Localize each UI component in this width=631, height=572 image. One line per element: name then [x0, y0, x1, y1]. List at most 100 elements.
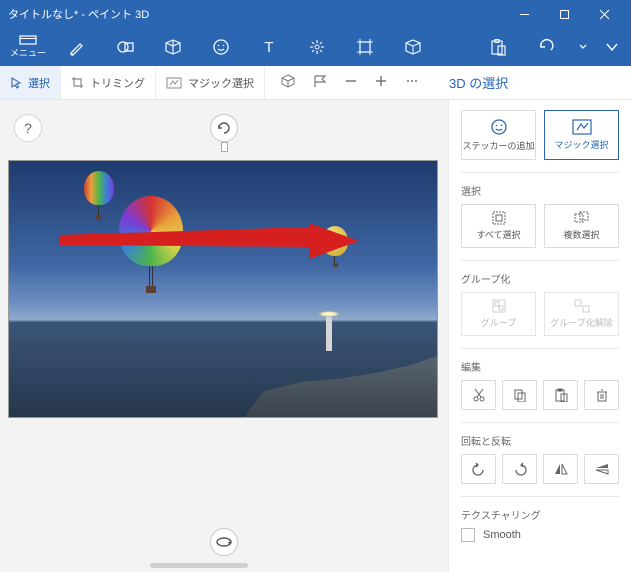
section-select-label: 選択	[461, 183, 619, 198]
tool-paste[interactable]	[475, 28, 521, 66]
copy-button[interactable]	[502, 380, 537, 410]
multi-select-label: 複数選択	[563, 228, 599, 241]
cube-icon	[164, 38, 182, 56]
section-texture-label: テクスチャリング	[461, 507, 619, 522]
rotate-ccw-button[interactable]	[461, 454, 496, 484]
smooth-toggle[interactable]: Smooth	[461, 528, 619, 542]
smooth-checkbox[interactable]	[461, 528, 475, 542]
brush-icon	[68, 38, 86, 56]
magic-select-panel-icon	[572, 119, 592, 135]
effects-sun-icon	[308, 38, 326, 56]
tool-zoom-in[interactable]	[375, 75, 387, 90]
selection-handle-top[interactable]	[221, 142, 228, 152]
canvas-area[interactable]: ?	[0, 100, 448, 572]
menu-button[interactable]: メニュー	[4, 28, 52, 66]
toolbar-extras	[265, 66, 435, 99]
tool-flag[interactable]	[313, 74, 327, 91]
menu-label: メニュー	[10, 46, 46, 59]
rotate-handle-top[interactable]	[210, 114, 238, 142]
magic-select-button[interactable]: マジック選択	[544, 110, 619, 160]
cut-button[interactable]	[461, 380, 496, 410]
canvas-image[interactable]	[8, 160, 438, 418]
paste-icon	[489, 38, 507, 56]
tool-undo[interactable]	[523, 28, 569, 66]
add-sticker-label: ステッカーの追加	[462, 139, 534, 152]
rotate-handle-bottom[interactable]	[210, 528, 238, 556]
svg-text:T: T	[264, 39, 273, 56]
tool-text[interactable]: T	[246, 28, 292, 66]
multi-select-icon	[574, 211, 590, 225]
rotate-icon	[216, 120, 232, 136]
copy-icon	[513, 388, 527, 402]
trimming-label: トリミング	[90, 75, 145, 91]
tool-more[interactable]	[405, 75, 419, 90]
cursor-icon	[10, 77, 22, 89]
rotate-cw-button[interactable]	[502, 454, 537, 484]
magic-label: マジック選択	[188, 75, 254, 91]
ribbon-bar: メニュー T	[0, 28, 631, 66]
sticker-smiley-icon	[212, 38, 230, 56]
select-all-label: すべて選択	[476, 228, 520, 241]
flip-h-icon	[553, 462, 569, 476]
delete-button[interactable]	[584, 380, 619, 410]
panel-title: 3D の選択	[435, 66, 631, 99]
tool-3d-shapes[interactable]	[150, 28, 196, 66]
add-sticker-button[interactable]: ステッカーの追加	[461, 110, 536, 160]
window-controls	[505, 0, 623, 28]
magic-select-icon	[166, 77, 182, 89]
minus-icon	[345, 75, 357, 87]
section-edit-label: 編集	[461, 359, 619, 374]
crop-icon	[71, 76, 84, 89]
flip-horizontal-button[interactable]	[543, 454, 578, 484]
tool-effects[interactable]	[294, 28, 340, 66]
smooth-label: Smooth	[483, 529, 521, 541]
group-label: グループ	[481, 316, 516, 329]
cut-icon	[472, 388, 486, 402]
close-button[interactable]	[585, 0, 623, 28]
maximize-button[interactable]	[545, 0, 583, 28]
group-icon	[492, 299, 506, 313]
tool-trimming[interactable]: トリミング	[61, 66, 156, 99]
tool-2d-shapes[interactable]	[102, 28, 148, 66]
undo-icon	[537, 38, 555, 56]
tool-magic-select[interactable]: マジック選択	[156, 66, 265, 99]
flip-vertical-button[interactable]	[584, 454, 619, 484]
select-all-icon	[492, 211, 506, 225]
tool-3d-view[interactable]	[281, 74, 295, 91]
chevron-down-large-icon	[605, 40, 619, 54]
shapes-2d-icon	[116, 38, 134, 56]
library-cube-icon	[404, 38, 422, 56]
tool-select[interactable]: 選択	[0, 66, 61, 99]
tool-zoom-out[interactable]	[345, 75, 357, 90]
tool-canvas[interactable]	[342, 28, 388, 66]
ungroup-icon	[574, 299, 590, 313]
window-title: タイトルなし* - ペイント 3D	[8, 6, 505, 22]
group-button: グループ	[461, 292, 536, 336]
tool-brush[interactable]	[54, 28, 100, 66]
help-button[interactable]: ?	[14, 114, 42, 142]
ungroup-label: グループ化解除	[550, 316, 612, 329]
multi-select-button[interactable]: 複数選択	[544, 204, 619, 248]
rotate-ccw-icon	[471, 462, 487, 476]
paste-button[interactable]	[543, 380, 578, 410]
select-all-button[interactable]: すべて選択	[461, 204, 536, 248]
chevron-down-icon	[579, 43, 587, 51]
canvas-scrollbar[interactable]	[150, 563, 248, 568]
magic-select-label: マジック選択	[554, 138, 608, 151]
text-icon: T	[260, 38, 278, 56]
select-label: 選択	[28, 75, 50, 91]
lighthouse	[326, 317, 332, 351]
canvas-crop-icon	[356, 38, 374, 56]
minimize-button[interactable]	[505, 0, 543, 28]
menu-folder-icon	[19, 35, 37, 45]
tool-collapse[interactable]	[597, 28, 627, 66]
sticker-icon	[490, 118, 508, 136]
balloon-small-left	[84, 171, 114, 220]
title-bar: タイトルなし* - ペイント 3D	[0, 0, 631, 28]
tool-stickers[interactable]	[198, 28, 244, 66]
paste-small-icon	[554, 388, 568, 402]
tool-history-dropdown[interactable]	[571, 28, 595, 66]
tool-3d-library[interactable]	[390, 28, 436, 66]
sub-toolbar: 選択 トリミング マジック選択 3D の選択	[0, 66, 631, 100]
plus-icon	[375, 75, 387, 87]
